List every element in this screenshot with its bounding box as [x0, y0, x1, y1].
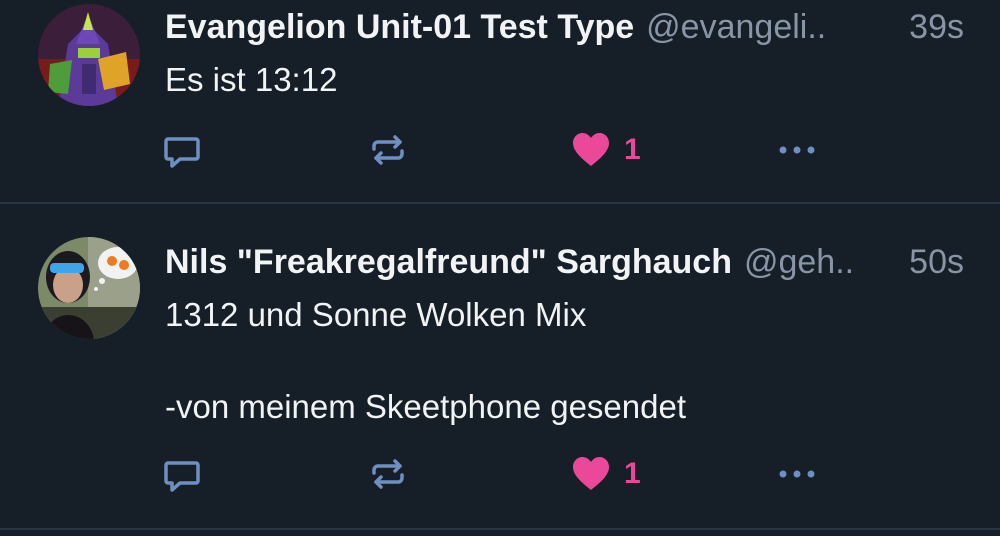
- avatar-image: [38, 237, 140, 339]
- post-text: Es ist 13:12: [165, 61, 338, 98]
- post-header: Evangelion Unit-01 Test Type @evangeli.. …: [165, 3, 964, 51]
- post-feed: Evangelion Unit-01 Test Type @evangeli.. …: [0, 0, 1000, 536]
- reply-button[interactable]: [162, 130, 202, 170]
- display-name[interactable]: Nils "Freakregalfreund" Sarghauch: [165, 243, 732, 281]
- repost-icon: [372, 135, 404, 165]
- timestamp[interactable]: 39s: [909, 3, 964, 51]
- avatar[interactable]: [38, 4, 140, 106]
- post-item[interactable]: Nils "Freakregalfreund" Sarghauch @geh.. …: [0, 204, 1000, 530]
- reply-button[interactable]: [162, 454, 202, 494]
- display-name[interactable]: Evangelion Unit-01 Test Type: [165, 8, 634, 46]
- more-options-button[interactable]: [775, 454, 819, 494]
- avatar[interactable]: [38, 237, 140, 339]
- reply-icon: [164, 461, 200, 492]
- more-options-button[interactable]: [775, 130, 819, 170]
- post-text: 1312 und Sonne Wolken Mix -von meinem Sk…: [165, 296, 687, 425]
- post-actions: 1: [0, 130, 1000, 170]
- reply-icon: [164, 137, 200, 168]
- avatar-image: [38, 4, 140, 106]
- post-actions: 1: [0, 454, 1000, 494]
- like-button[interactable]: 1: [572, 454, 641, 494]
- more-icon: [779, 470, 815, 478]
- timestamp[interactable]: 50s: [909, 238, 964, 286]
- heart-icon: [573, 133, 609, 166]
- post-item[interactable]: Evangelion Unit-01 Test Type @evangeli.. …: [0, 0, 1000, 204]
- repost-button[interactable]: [368, 130, 408, 170]
- more-icon: [779, 146, 815, 154]
- post-header: Nils "Freakregalfreund" Sarghauch @geh.. …: [165, 238, 964, 286]
- user-handle[interactable]: @geh..: [744, 243, 854, 281]
- user-handle[interactable]: @evangeli..: [646, 8, 826, 46]
- repost-button[interactable]: [368, 454, 408, 494]
- like-button[interactable]: 1: [572, 130, 641, 170]
- repost-icon: [372, 459, 404, 489]
- like-count: 1: [624, 133, 641, 166]
- heart-icon: [573, 457, 609, 490]
- like-count: 1: [624, 457, 641, 490]
